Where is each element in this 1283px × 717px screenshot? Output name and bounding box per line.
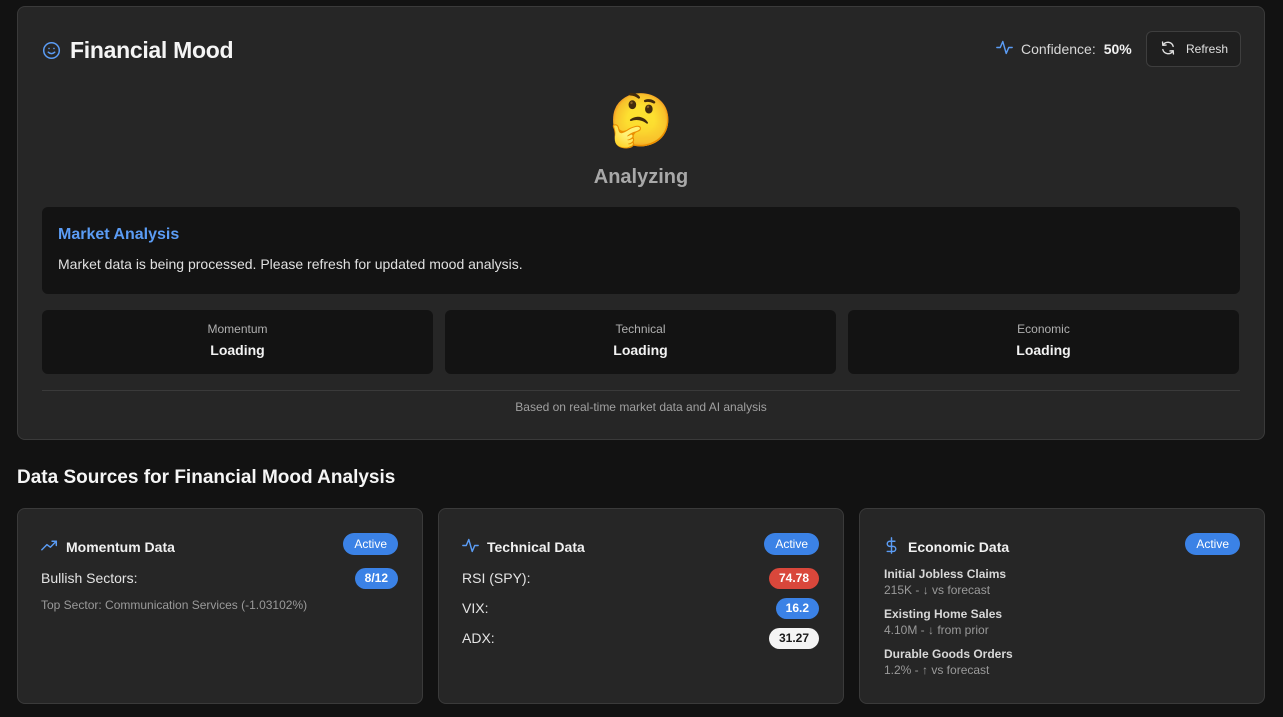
financial-mood-card: Financial Mood Confidence: 50% Refresh 🤔… xyxy=(17,6,1265,440)
status-badge: Active xyxy=(343,533,398,555)
top-sector-note: Top Sector: Communication Services (-1.0… xyxy=(41,598,308,612)
economic-item-detail: 1.2% - ↑ vs forecast xyxy=(884,663,990,677)
mood-emoji: 🤔 xyxy=(608,92,674,150)
economic-item: Initial Jobless Claims 215K - ↓ vs forec… xyxy=(884,567,1006,597)
factor-label: Technical xyxy=(615,322,666,336)
confidence-indicator: Confidence: 50% xyxy=(996,40,1132,58)
economic-item-detail: 4.10M - ↓ from prior xyxy=(884,623,989,637)
factor-value: Loading xyxy=(210,342,265,358)
economic-item-name: Existing Home Sales xyxy=(884,607,1003,621)
data-sources-title: Data Sources for Financial Mood Analysis xyxy=(17,467,396,488)
refresh-label: Refresh xyxy=(1186,42,1229,56)
row-label: VIX: xyxy=(462,600,489,616)
factor-label: Economic xyxy=(1017,322,1070,336)
refresh-icon xyxy=(1160,40,1176,59)
technical-data-title: Technical Data xyxy=(487,539,585,555)
card-header: Financial Mood xyxy=(42,37,234,64)
market-analysis-title: Market Analysis xyxy=(58,226,180,243)
divider xyxy=(42,390,1240,391)
adx-row: ADX: 31.27 xyxy=(462,627,819,649)
footnote: Based on real-time market data and AI an… xyxy=(515,400,767,414)
vix-row: VIX: 16.2 xyxy=(462,597,819,619)
status-badge: Active xyxy=(1185,533,1240,555)
technical-data-card: Technical Data Active RSI (SPY): 74.78 V… xyxy=(438,508,844,704)
economic-item-name: Initial Jobless Claims xyxy=(884,567,1007,581)
economic-data-title: Economic Data xyxy=(908,539,1010,555)
bullish-sectors-row: Bullish Sectors: 8/12 xyxy=(41,567,398,589)
mood-label: Analyzing xyxy=(593,166,689,188)
momentum-data-header: Momentum Data xyxy=(41,537,175,557)
factor-label: Momentum xyxy=(207,322,268,336)
confidence-value: 50% xyxy=(1103,41,1132,57)
adx-value: 31.27 xyxy=(768,627,819,649)
trending-up-icon xyxy=(41,537,58,557)
momentum-data-card: Momentum Data Active Bullish Sectors: 8/… xyxy=(17,508,423,704)
bullish-sectors-value: 8/12 xyxy=(354,567,398,589)
activity-icon xyxy=(462,537,479,557)
smile-icon xyxy=(42,41,61,60)
economic-item-detail: 215K - ↓ vs forecast xyxy=(884,583,991,597)
row-label: RSI (SPY): xyxy=(462,570,531,586)
factor-momentum: Momentum Loading xyxy=(42,310,433,374)
factor-technical: Technical Loading xyxy=(445,310,836,374)
rsi-value: 74.78 xyxy=(768,567,819,589)
page-title: Financial Mood xyxy=(70,37,234,63)
market-analysis-text: Market data is being processed. Please r… xyxy=(58,256,523,272)
refresh-button[interactable]: Refresh xyxy=(1146,31,1241,67)
factor-value: Loading xyxy=(613,342,668,358)
market-analysis-box: Market Analysis Market data is being pro… xyxy=(42,207,1240,294)
status-badge: Active xyxy=(764,533,819,555)
vix-value: 16.2 xyxy=(775,597,819,619)
economic-data-header: Economic Data xyxy=(883,537,1009,557)
confidence-label: Confidence: xyxy=(1021,41,1096,57)
rsi-row: RSI (SPY): 74.78 xyxy=(462,567,819,589)
economic-data-card: Economic Data Active Initial Jobless Cla… xyxy=(859,508,1265,704)
momentum-data-title: Momentum Data xyxy=(66,539,175,555)
economic-item: Existing Home Sales 4.10M - ↓ from prior xyxy=(884,607,1002,637)
economic-item-name: Durable Goods Orders xyxy=(884,647,1013,661)
row-label: Bullish Sectors: xyxy=(41,570,138,586)
factor-value: Loading xyxy=(1016,342,1071,358)
dollar-icon xyxy=(883,537,900,557)
row-label: ADX: xyxy=(462,630,495,646)
technical-data-header: Technical Data xyxy=(462,537,585,557)
activity-icon xyxy=(996,39,1013,59)
economic-item: Durable Goods Orders 1.2% - ↑ vs forecas… xyxy=(884,647,1013,677)
factor-economic: Economic Loading xyxy=(848,310,1239,374)
